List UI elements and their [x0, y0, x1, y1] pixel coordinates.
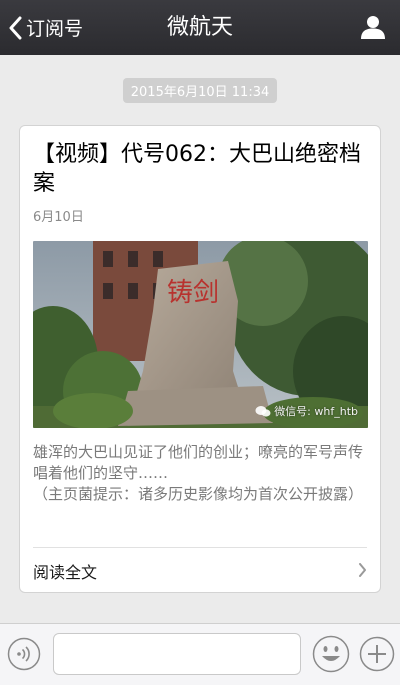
summary-line: （主页菌提示：诸多历史影像均为首次公开披露） — [33, 485, 364, 503]
article-summary: 雄浑的大巴山见证了他们的创业；嘹亮的军号声传唱着他们的坚守…… （主页菌提示：诸… — [33, 442, 371, 505]
timestamp-label: 2015年6月10日 11:34 — [122, 78, 278, 103]
article-title[interactable]: 【视频】代号062：大巴山绝密档案 — [33, 140, 369, 198]
emoji-icon[interactable] — [312, 635, 350, 673]
navigation-bar: 订阅号 微航天 — [0, 0, 400, 55]
back-button[interactable]: 订阅号 — [8, 0, 83, 55]
summary-line: 雄浑的大巴山见证了他们的创业；嘹亮的军号声传唱着他们的坚守…… — [33, 443, 364, 482]
profile-icon[interactable] — [360, 14, 386, 40]
chevron-left-icon — [9, 16, 22, 39]
read-full-text-link[interactable]: 阅读全文 — [33, 547, 367, 592]
message-input-bar — [0, 623, 400, 685]
article-cover-image[interactable]: 铸剑 微信号: whf_htb — [33, 241, 368, 428]
chevron-right-icon — [359, 563, 366, 577]
article-card[interactable]: 【视频】代号062：大巴山绝密档案 6月10日 铸剑 微信号: whf_htb … — [19, 125, 381, 593]
cover-photo: 铸剑 — [33, 241, 368, 428]
plus-icon[interactable] — [359, 636, 395, 672]
stone-inscription: 铸剑 — [167, 278, 219, 308]
back-button-label: 订阅号 — [26, 18, 84, 40]
message-text-input[interactable] — [53, 633, 301, 675]
read-full-text-label: 阅读全文 — [33, 563, 98, 582]
article-date: 6月10日 — [33, 210, 84, 225]
voice-input-icon[interactable] — [7, 637, 41, 671]
watermark-text: 微信号: whf_htb — [274, 405, 358, 418]
message-timestamp: 2015年6月10日 11:34 — [0, 78, 400, 103]
cover-watermark: 微信号: whf_htb — [255, 403, 358, 419]
wechat-icon — [255, 405, 271, 417]
